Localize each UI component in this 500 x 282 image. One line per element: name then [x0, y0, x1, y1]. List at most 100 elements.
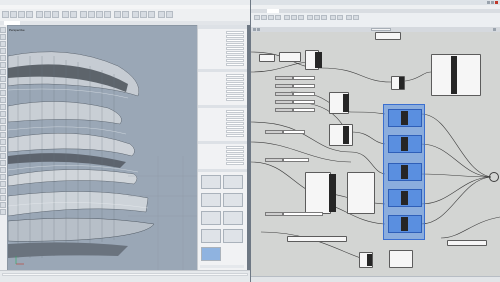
property-field[interactable] — [226, 130, 244, 133]
gh-component-name-strip[interactable] — [401, 137, 408, 151]
material-thumbnail[interactable] — [201, 193, 221, 207]
select-icon[interactable] — [0, 27, 6, 33]
gh-component-name-strip[interactable] — [401, 217, 408, 231]
gh-component[interactable] — [347, 172, 375, 214]
material-thumbnail[interactable] — [223, 211, 243, 225]
material-thumbnail-selected[interactable] — [201, 247, 221, 261]
polyline-icon[interactable] — [0, 48, 6, 54]
gh-component[interactable] — [279, 52, 301, 62]
gh-panel-component[interactable] — [447, 240, 487, 246]
perspective-viewport[interactable] — [7, 25, 198, 272]
component-icon[interactable] — [284, 15, 290, 20]
gh-component[interactable] — [329, 124, 353, 146]
component-icon[interactable] — [314, 15, 320, 20]
number-slider[interactable] — [293, 76, 315, 80]
undo-icon[interactable] — [62, 11, 69, 18]
close-icon[interactable] — [495, 1, 498, 4]
polygon-icon[interactable] — [0, 83, 6, 89]
mirror-icon[interactable] — [0, 188, 6, 194]
options-icon[interactable] — [166, 11, 173, 18]
gh-component-name-strip[interactable] — [343, 94, 349, 112]
number-slider-label[interactable] — [275, 76, 293, 80]
surface-icon[interactable] — [0, 90, 6, 96]
number-slider-label[interactable] — [265, 212, 283, 216]
save-icon[interactable] — [257, 28, 260, 31]
gh-component-name-strip[interactable] — [329, 174, 336, 212]
number-slider-label[interactable] — [265, 158, 283, 162]
property-field[interactable] — [226, 55, 244, 58]
viewport-name-label[interactable]: Perspective — [9, 28, 25, 32]
property-field[interactable] — [226, 35, 244, 38]
open-file-icon[interactable] — [253, 28, 256, 31]
component-icon[interactable] — [254, 15, 260, 20]
material-thumbnail[interactable] — [201, 211, 221, 225]
join-icon[interactable] — [0, 146, 6, 152]
property-field[interactable] — [226, 158, 244, 161]
property-field[interactable] — [226, 90, 244, 93]
zoom-extents-icon[interactable] — [104, 11, 111, 18]
material-thumbnail[interactable] — [223, 175, 243, 189]
property-field[interactable] — [226, 98, 244, 101]
property-field[interactable] — [226, 31, 244, 34]
grasshopper-canvas[interactable] — [251, 32, 500, 276]
property-field[interactable] — [226, 78, 244, 81]
paste-icon[interactable] — [52, 11, 59, 18]
fillet-icon[interactable] — [0, 125, 6, 131]
component-icon[interactable] — [337, 15, 343, 20]
gh-panel-component[interactable] — [375, 32, 401, 40]
property-field[interactable] — [226, 162, 244, 165]
property-field[interactable] — [226, 82, 244, 85]
gh-component-name-strip[interactable] — [315, 52, 322, 68]
maximize-icon[interactable] — [491, 1, 494, 4]
gh-component[interactable] — [305, 172, 331, 214]
move-icon[interactable] — [0, 160, 6, 166]
number-slider-label[interactable] — [265, 130, 283, 134]
zoom-icon[interactable] — [96, 11, 103, 18]
save-icon[interactable] — [18, 11, 25, 18]
material-thumbnail[interactable] — [223, 229, 243, 243]
property-field[interactable] — [226, 150, 244, 153]
render-icon[interactable] — [132, 11, 139, 18]
explode-icon[interactable] — [0, 153, 6, 159]
new-file-icon[interactable] — [2, 11, 9, 18]
component-icon[interactable] — [321, 15, 327, 20]
component-icon[interactable] — [275, 15, 281, 20]
component-icon[interactable] — [298, 15, 304, 20]
property-field[interactable] — [226, 94, 244, 97]
mesh-icon[interactable] — [0, 111, 6, 117]
extrude-icon[interactable] — [0, 97, 6, 103]
copy-object-icon[interactable] — [0, 167, 6, 173]
number-slider[interactable] — [283, 158, 309, 162]
property-field[interactable] — [226, 118, 244, 121]
property-field[interactable] — [226, 59, 244, 62]
property-field[interactable] — [226, 74, 244, 77]
gh-component-name-strip[interactable] — [401, 191, 408, 205]
cut-icon[interactable] — [36, 11, 43, 18]
text-icon[interactable] — [0, 209, 6, 215]
zoom-field[interactable] — [371, 28, 391, 31]
property-field[interactable] — [226, 51, 244, 54]
component-icon[interactable] — [307, 15, 313, 20]
scale-icon[interactable] — [0, 181, 6, 187]
number-slider-label[interactable] — [275, 108, 293, 112]
property-field[interactable] — [226, 39, 244, 42]
dimension-icon[interactable] — [0, 202, 6, 208]
property-field[interactable] — [226, 134, 244, 137]
number-slider-label[interactable] — [275, 100, 293, 104]
point-icon[interactable] — [0, 34, 6, 40]
component-icon[interactable] — [268, 15, 274, 20]
property-field[interactable] — [226, 86, 244, 89]
gh-component[interactable] — [389, 250, 413, 268]
number-slider[interactable] — [293, 92, 315, 96]
property-field[interactable] — [226, 146, 244, 149]
properties-icon[interactable] — [122, 11, 129, 18]
component-icon[interactable] — [261, 15, 267, 20]
material-thumbnail[interactable] — [223, 193, 243, 207]
property-field[interactable] — [226, 122, 244, 125]
gh-component-name-strip[interactable] — [399, 77, 404, 89]
redo-icon[interactable] — [70, 11, 77, 18]
curve-icon[interactable] — [0, 55, 6, 61]
property-field[interactable] — [226, 47, 244, 50]
gh-component-name-strip[interactable] — [367, 254, 372, 266]
gh-component-name-strip[interactable] — [401, 111, 408, 125]
